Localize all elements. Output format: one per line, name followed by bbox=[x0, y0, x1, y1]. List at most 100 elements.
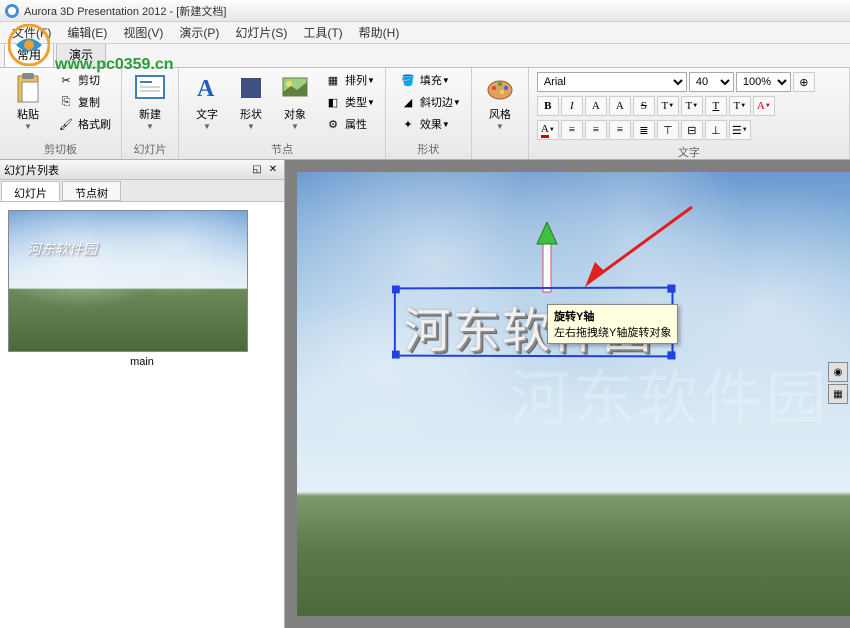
copy-icon: ⎘ bbox=[58, 94, 74, 110]
fill-button[interactable]: 🪣填充 ▼ bbox=[396, 70, 465, 90]
font-size-select[interactable]: 40 bbox=[689, 72, 734, 92]
canvas-ctrl-1[interactable]: ◉ bbox=[828, 362, 848, 382]
side-tab-slides[interactable]: 幻灯片 bbox=[1, 181, 60, 201]
align-justify-button[interactable]: ≣ bbox=[633, 120, 655, 140]
valign-mid-button[interactable]: ⊟ bbox=[681, 120, 703, 140]
font-t2-button[interactable]: T▼ bbox=[681, 96, 703, 116]
menu-present[interactable]: 演示(P) bbox=[171, 22, 227, 43]
panel-close-button[interactable]: ✕ bbox=[266, 163, 280, 177]
ribbon-group-slide: 新建 ▼ 幻灯片 bbox=[122, 68, 179, 159]
cut-button[interactable]: ✂剪切 bbox=[54, 70, 115, 90]
ribbon: 粘贴 ▼ ✂剪切 ⎘复制 🖌格式刷 剪切板 新建 ▼ 幻灯片 A bbox=[0, 68, 850, 160]
canvas-ctrl-2[interactable]: ▦ bbox=[828, 384, 848, 404]
selection-handle[interactable] bbox=[667, 285, 675, 293]
titlebar: Aurora 3D Presentation 2012 - [新建文档] bbox=[0, 0, 850, 22]
canvas-area[interactable]: 河东软件园 河东软件园 bbox=[285, 160, 850, 628]
bold-button[interactable]: B bbox=[537, 96, 559, 116]
menu-tools[interactable]: 工具(T) bbox=[295, 22, 350, 43]
menu-file[interactable]: 文件(F) bbox=[4, 22, 59, 43]
arrange-icon: ▦ bbox=[325, 72, 341, 88]
shape-button[interactable]: 形状 ▼ bbox=[229, 70, 273, 133]
font-a1-button[interactable]: A bbox=[585, 96, 607, 116]
font-color-button[interactable]: A▼ bbox=[537, 120, 559, 140]
copy-button[interactable]: ⎘复制 bbox=[54, 92, 115, 112]
slide-preview: 河东软件园 bbox=[9, 211, 247, 351]
text-button[interactable]: A 文字 ▼ bbox=[185, 70, 229, 133]
brush-icon: 🖌 bbox=[58, 116, 74, 132]
menu-slides[interactable]: 幻灯片(S) bbox=[227, 22, 295, 43]
palette-icon bbox=[484, 72, 516, 104]
bevel-button[interactable]: ◢斜切边 ▼ bbox=[396, 92, 465, 112]
font-family-select[interactable]: Arial bbox=[537, 72, 687, 92]
ribbon-tabs: 常用 演示 bbox=[0, 44, 850, 68]
canvas-3d-viewport[interactable]: 河东软件园 河东软件园 bbox=[297, 172, 850, 616]
main-area: 幻灯片列表 ◱ ✕ 幻灯片 节点树 河东软件园 main 河东软件园 bbox=[0, 160, 850, 628]
menu-edit[interactable]: 编辑(E) bbox=[59, 22, 115, 43]
chevron-down-icon: ▼ bbox=[291, 122, 299, 131]
ribbon-tab-common[interactable]: 常用 bbox=[4, 41, 54, 67]
list-button[interactable]: ☰▼ bbox=[729, 120, 751, 140]
annotation-arrow bbox=[577, 202, 697, 295]
valign-top-button[interactable]: ⊤ bbox=[657, 120, 679, 140]
canvas-controls: ◉ ▦ bbox=[828, 362, 848, 404]
selection-handle[interactable] bbox=[667, 351, 675, 359]
font-a2-button[interactable]: A bbox=[609, 96, 631, 116]
chevron-down-icon: ▼ bbox=[247, 122, 255, 131]
align-center-button[interactable]: ≡ bbox=[585, 120, 607, 140]
selection-handle[interactable] bbox=[392, 351, 400, 359]
strikethrough-button[interactable]: S bbox=[633, 96, 655, 116]
paste-icon bbox=[12, 72, 44, 104]
chevron-down-icon: ▼ bbox=[203, 122, 211, 131]
gear-icon: ⚙ bbox=[325, 116, 341, 132]
zoom-select[interactable]: 100% bbox=[736, 72, 791, 92]
canvas-watermark: 河东软件园 bbox=[510, 351, 830, 438]
slide-thumbnail[interactable]: 河东软件园 bbox=[8, 210, 248, 352]
font-t4-button[interactable]: T▼ bbox=[729, 96, 751, 116]
ribbon-group-clipboard: 粘贴 ▼ ✂剪切 ⎘复制 🖌格式刷 剪切板 bbox=[0, 68, 122, 159]
side-tabs: 幻灯片 节点树 bbox=[0, 180, 284, 202]
chevron-down-icon: ▼ bbox=[24, 122, 32, 131]
font-a-color-button[interactable]: A▼ bbox=[753, 96, 775, 116]
panel-float-button[interactable]: ◱ bbox=[250, 163, 264, 177]
zoom-button[interactable]: ⊕ bbox=[793, 72, 815, 92]
scissors-icon: ✂ bbox=[58, 72, 74, 88]
svg-text:A: A bbox=[197, 76, 215, 102]
format-painter-button[interactable]: 🖌格式刷 bbox=[54, 114, 115, 134]
italic-button[interactable]: I bbox=[561, 96, 583, 116]
selection-handle[interactable] bbox=[392, 285, 400, 293]
menu-help[interactable]: 帮助(H) bbox=[351, 22, 408, 43]
effect-button[interactable]: ✦效果 ▼ bbox=[396, 114, 465, 134]
type-icon: ◧ bbox=[325, 94, 341, 110]
app-title: Aurora 3D Presentation 2012 - [新建文档] bbox=[24, 3, 226, 19]
font-t1-button[interactable]: T▼ bbox=[657, 96, 679, 116]
image-icon bbox=[279, 72, 311, 104]
menu-view[interactable]: 视图(V) bbox=[115, 22, 171, 43]
shape-icon bbox=[235, 72, 267, 104]
paste-button[interactable]: 粘贴 ▼ bbox=[6, 70, 50, 133]
ribbon-group-shape: 🪣填充 ▼ ◢斜切边 ▼ ✦效果 ▼ 形状 bbox=[386, 68, 472, 159]
align-right-button[interactable]: ≡ bbox=[609, 120, 631, 140]
arrange-button[interactable]: ▦排列 ▼ bbox=[321, 70, 379, 90]
chevron-down-icon: ▼ bbox=[146, 122, 154, 131]
style-button[interactable]: 风格 ▼ bbox=[478, 70, 522, 133]
tooltip: 旋转Y轴 左右拖拽绕Y轴旋转对象 bbox=[547, 304, 678, 344]
menubar: 文件(F) 编辑(E) 视图(V) 演示(P) 幻灯片(S) 工具(T) 帮助(… bbox=[0, 22, 850, 44]
bevel-icon: ◢ bbox=[400, 94, 416, 110]
attribute-button[interactable]: ⚙属性 bbox=[321, 114, 379, 134]
ribbon-group-node: A 文字 ▼ 形状 ▼ 对象 ▼ ▦排列 ▼ ◧类型 ▼ ⚙属性 节点 bbox=[179, 68, 386, 159]
side-tab-nodetree[interactable]: 节点树 bbox=[62, 181, 121, 201]
object-button[interactable]: 对象 ▼ bbox=[273, 70, 317, 133]
slide-list: 河东软件园 main bbox=[0, 202, 284, 628]
valign-bot-button[interactable]: ⊥ bbox=[705, 120, 727, 140]
side-panel-header: 幻灯片列表 ◱ ✕ bbox=[0, 160, 284, 180]
align-left-button[interactable]: ≡ bbox=[561, 120, 583, 140]
ribbon-tab-present[interactable]: 演示 bbox=[56, 41, 106, 67]
new-slide-icon bbox=[134, 72, 166, 104]
text-icon: A bbox=[191, 72, 223, 104]
ribbon-group-style: 风格 ▼ bbox=[472, 68, 529, 159]
slide-name: main bbox=[8, 352, 276, 372]
chevron-down-icon: ▼ bbox=[496, 122, 504, 131]
font-t3-button[interactable]: T bbox=[705, 96, 727, 116]
new-slide-button[interactable]: 新建 ▼ bbox=[128, 70, 172, 133]
type-button[interactable]: ◧类型 ▼ bbox=[321, 92, 379, 112]
